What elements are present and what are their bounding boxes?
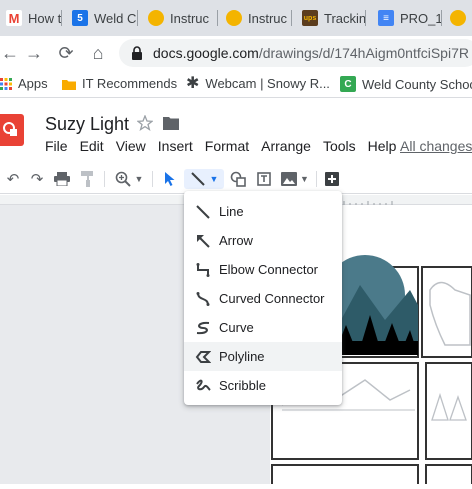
avatar-icon (450, 10, 466, 26)
browser-tab[interactable]: M How tc (0, 4, 62, 32)
tab-label: Instruc (170, 10, 210, 26)
bookmark-it-recommends[interactable]: IT Recommends (62, 76, 177, 91)
menu-format[interactable]: Format (205, 138, 249, 154)
menu-edit[interactable]: Edit (80, 138, 104, 154)
tab-label: PRO_1 (400, 10, 442, 26)
arrow-icon (197, 235, 210, 248)
menu-arrange[interactable]: Arrange (261, 138, 311, 154)
menu-item-label: Elbow Connector (219, 262, 318, 277)
star-icon[interactable] (137, 115, 153, 131)
bookmark-apps[interactable]: Apps (0, 76, 48, 91)
bookmark-webcam[interactable]: ✱ Webcam | Snowy R... (186, 74, 330, 92)
menu-view[interactable]: View (116, 138, 146, 154)
curved-connector-icon (196, 292, 210, 306)
url-host: docs.google.com (153, 45, 259, 61)
browser-tab[interactable] (444, 4, 472, 32)
menu-item-label: Scribble (219, 378, 266, 393)
line-type-menu: Line Arrow Elbow Connector Curved Connec… (184, 191, 342, 405)
elbow-connector-icon (196, 263, 210, 277)
menu-item-polyline[interactable]: Polyline (184, 342, 342, 371)
tab-label: Instruc (248, 10, 288, 26)
redo-icon[interactable]: ↷ (28, 169, 46, 189)
toolbar: ↶ ↷ ▼ ▼ ▼ (0, 164, 472, 194)
select-pointer-icon[interactable] (160, 169, 180, 189)
print-icon[interactable] (52, 169, 72, 189)
shape-icon[interactable] (228, 169, 248, 189)
menu-bar: File Edit View Insert Format Arrange Too… (45, 138, 408, 154)
apps-grid-icon (0, 77, 12, 90)
polyline-icon (195, 351, 211, 363)
menu-item-label: Curve (219, 320, 254, 335)
reload-icon[interactable]: ⟳ (56, 43, 76, 63)
tab-label: How tc (28, 10, 62, 26)
menu-item-elbow-connector[interactable]: Elbow Connector (184, 255, 342, 284)
menu-help[interactable]: Help (368, 138, 397, 154)
url-path: /drawings/d/174hAigm0ntfciSpi7R (258, 45, 469, 61)
browser-tab[interactable]: Instruc (220, 4, 292, 32)
menu-file[interactable]: File (45, 138, 68, 154)
lock-icon (132, 46, 142, 60)
home-icon[interactable]: ⌂ (88, 43, 108, 63)
paint-format-icon[interactable] (78, 169, 98, 189)
menu-item-label: Arrow (219, 233, 253, 248)
curve-icon (196, 321, 210, 335)
docs-icon: ≡ (378, 10, 394, 26)
browser-tab[interactable]: Instruc (142, 4, 218, 32)
folder-icon (62, 79, 76, 90)
browser-tab[interactable]: 5 Weld C (66, 4, 138, 32)
app-header: Suzy Light File Edit View Insert Format … (0, 98, 472, 164)
bookmark-label: Weld County Schoo... (362, 76, 472, 92)
save-status-link[interactable]: All changes s (400, 138, 472, 154)
browser-tab[interactable]: ups Trackin (296, 4, 366, 32)
gmail-icon: M (6, 10, 22, 26)
menu-item-label: Curved Connector (219, 291, 325, 306)
image-icon[interactable]: ▼ (280, 169, 310, 189)
line-icon (196, 205, 210, 219)
address-bar-row: ← → ⟳ ⌂ docs.google.com/drawings/d/174hA… (0, 36, 472, 70)
undo-icon[interactable]: ↶ (4, 169, 22, 189)
bookmark-label: Apps (18, 76, 48, 91)
add-comment-icon[interactable] (322, 169, 342, 189)
tab-label: Trackin (324, 10, 366, 26)
menu-item-label: Line (219, 204, 244, 219)
menu-item-line[interactable]: Line (184, 197, 342, 226)
line-tool-button[interactable]: ▼ (184, 169, 224, 189)
move-folder-icon[interactable] (163, 116, 179, 130)
bookmark-label: Webcam | Snowy R... (205, 76, 330, 91)
bookmark-weld-county[interactable]: C Weld County Schoo... (340, 76, 472, 92)
bookmarks-bar: Apps IT Recommends ✱ Webcam | Snowy R...… (0, 70, 472, 98)
avatar-icon (226, 10, 242, 26)
browser-tab[interactable]: ≡ PRO_1 (372, 4, 442, 32)
menu-tools[interactable]: Tools (323, 138, 356, 154)
bookmark-label: IT Recommends (82, 76, 178, 91)
chevron-down-icon: ▼ (209, 174, 219, 184)
back-icon[interactable]: ← (0, 43, 20, 63)
line-icon (190, 172, 205, 186)
browser-tab-strip: M How tc 5 Weld C Instruc Instruc ups Tr… (0, 0, 472, 36)
menu-item-curved-connector[interactable]: Curved Connector (184, 284, 342, 313)
asterisk-icon: ✱ (186, 74, 200, 92)
drawings-logo-icon[interactable] (0, 114, 24, 146)
tab-label: Weld C (94, 10, 137, 26)
forward-icon[interactable]: → (24, 43, 44, 63)
avatar-icon (148, 10, 164, 26)
menu-item-curve[interactable]: Curve (184, 313, 342, 342)
zoom-icon[interactable]: ▼ (112, 169, 146, 189)
menu-insert[interactable]: Insert (158, 138, 193, 154)
ups-icon: ups (302, 10, 318, 26)
menu-item-label: Polyline (219, 349, 265, 364)
classroom-icon: C (340, 76, 356, 92)
menu-item-scribble[interactable]: Scribble (184, 371, 342, 400)
document-title[interactable]: Suzy Light (45, 114, 129, 135)
scribble-icon (196, 379, 211, 391)
calendar-icon: 5 (72, 10, 88, 26)
text-box-icon[interactable] (254, 169, 274, 189)
menu-item-arrow[interactable]: Arrow (184, 226, 342, 255)
url-field[interactable]: docs.google.com/drawings/d/174hAigm0ntfc… (119, 39, 472, 67)
